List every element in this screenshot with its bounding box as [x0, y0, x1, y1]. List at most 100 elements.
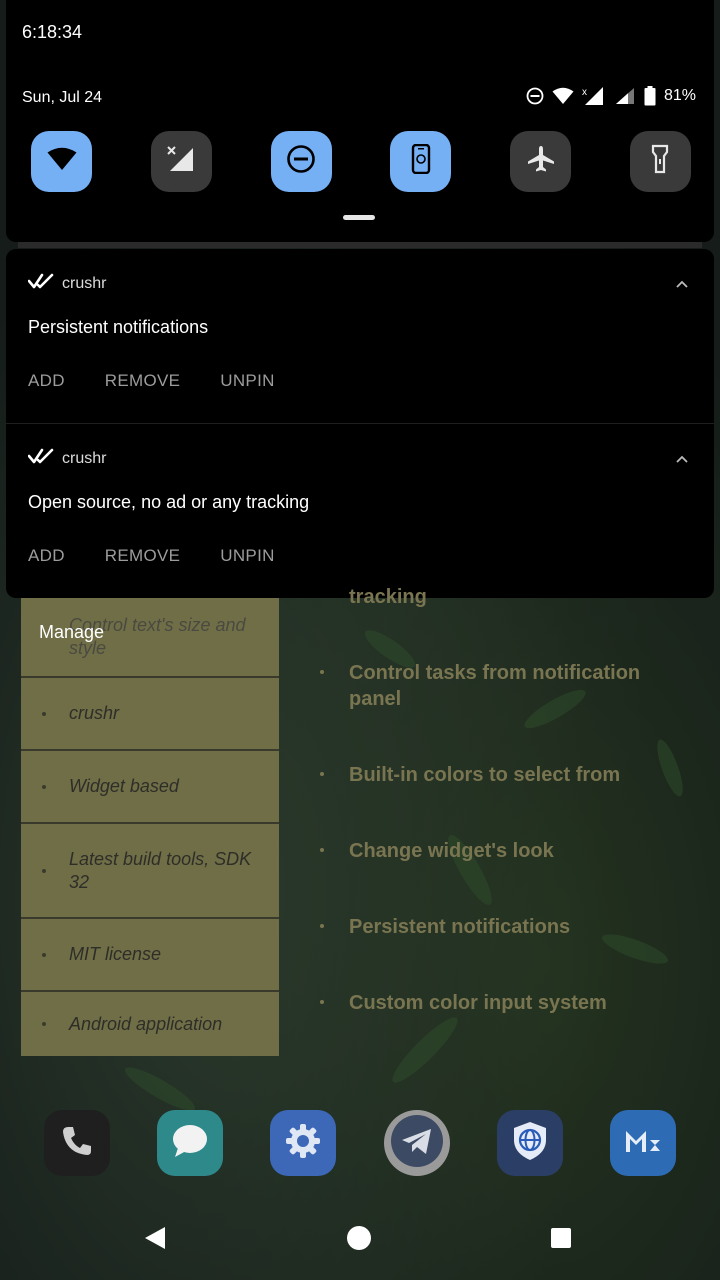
bullet	[42, 952, 46, 957]
auto-rotate-tile[interactable]	[390, 131, 452, 192]
mobile-signal-off-icon: x	[582, 86, 606, 106]
flashlight-icon	[650, 144, 670, 179]
phone-app[interactable]	[44, 1110, 110, 1176]
bullet	[42, 868, 46, 873]
dnd-status-icon	[526, 87, 544, 105]
crushr-app-icon	[27, 448, 54, 469]
widget-item: Android application	[21, 992, 279, 1056]
telegram-app[interactable]	[383, 1108, 450, 1179]
svg-text:x: x	[582, 87, 587, 98]
bullet	[320, 1000, 324, 1004]
dnd-tile[interactable]	[270, 131, 332, 192]
remove-button[interactable]: REMOVE	[105, 371, 180, 391]
quick-settings-panel: 6:18:34 Sun, Jul 24 x 81%	[6, 0, 714, 242]
feature-item: Persistent notifications	[320, 914, 570, 940]
wallpaper-leaf	[120, 1061, 200, 1117]
expand-handle[interactable]	[343, 215, 375, 220]
status-icons: x 81%	[526, 86, 696, 106]
bullet	[320, 670, 324, 674]
date: Sun, Jul 24	[22, 89, 103, 106]
mobile-data-tile[interactable]	[150, 131, 212, 192]
chevron-up-icon[interactable]	[676, 450, 688, 468]
notification-header: crushr	[27, 448, 107, 469]
feature-item: Built-in colors to select from	[320, 762, 620, 788]
feature-item-text: Built-in colors to select from	[349, 764, 621, 786]
messages-icon	[170, 1122, 210, 1165]
mobile-data-off-icon	[166, 145, 196, 178]
quick-settings-tiles	[31, 131, 691, 192]
battery-icon	[644, 86, 656, 106]
battery-percent: 81%	[663, 87, 696, 104]
mail-icon	[623, 1126, 663, 1161]
notification-card[interactable]: crushr Persistent notifications ADD REMO…	[6, 249, 714, 424]
notification-card[interactable]: crushr Open source, no ad or any trackin…	[6, 424, 714, 598]
back-button[interactable]	[144, 1226, 166, 1255]
settings-app[interactable]	[270, 1110, 337, 1176]
add-button[interactable]: ADD	[28, 546, 65, 566]
wallpaper-leaf	[652, 737, 688, 799]
unpin-button[interactable]: UNPIN	[220, 546, 274, 566]
add-button[interactable]: ADD	[28, 371, 65, 391]
notification-title: Open source, no ad or any tracking	[28, 492, 310, 512]
bullet	[42, 1022, 46, 1026]
manage-button[interactable]: Manage	[39, 622, 104, 643]
phone-icon	[60, 1124, 94, 1163]
airplane-mode-tile[interactable]	[510, 131, 572, 192]
widget-item: MIT license	[21, 919, 279, 992]
do-not-disturb-icon	[286, 144, 316, 179]
mail-app[interactable]	[609, 1110, 676, 1176]
bullet	[320, 924, 324, 928]
notification-actions: ADD REMOVE UNPIN	[28, 371, 275, 391]
wifi-status-icon	[552, 87, 574, 105]
unpin-button[interactable]: UNPIN	[220, 371, 274, 391]
notification-actions: ADD REMOVE UNPIN	[28, 546, 275, 566]
feature-item-text: Control tasks from notification panel	[349, 662, 641, 710]
notification-app-name: crushr	[62, 274, 107, 292]
feature-item-text: Custom color input system	[349, 992, 607, 1014]
widget-item: Widget based	[21, 751, 279, 824]
bullet	[42, 711, 46, 716]
recents-button[interactable]	[551, 1228, 571, 1248]
feature-item-text: tracking	[349, 586, 427, 608]
browser-icon	[510, 1120, 550, 1167]
widget-item-text: Android application	[69, 1013, 223, 1034]
wallpaper-leaf	[386, 1011, 464, 1089]
bullet	[320, 772, 324, 776]
airplane-icon	[526, 144, 556, 179]
settings-icon	[283, 1121, 323, 1166]
chevron-up-icon[interactable]	[676, 275, 688, 293]
wallpaper-leaf	[599, 928, 671, 970]
widget-item-text: Latest build tools, SDK 32	[69, 848, 252, 892]
crushr-widget[interactable]: Control text's size and style crushr Wid…	[21, 598, 279, 1056]
feature-item: Custom color input system	[320, 990, 607, 1016]
browser-app[interactable]	[496, 1110, 563, 1176]
widget-item: crushr	[21, 678, 279, 751]
clock: 6:18:34	[22, 22, 83, 42]
wifi-icon	[47, 147, 77, 176]
feature-item: Change widget's look	[320, 838, 554, 864]
remove-button[interactable]: REMOVE	[105, 546, 180, 566]
signal-icon	[614, 87, 636, 105]
telegram-icon	[384, 1108, 450, 1179]
bullet	[320, 848, 324, 852]
feature-item-text: Persistent notifications	[349, 916, 571, 938]
notification-header: crushr	[27, 273, 107, 294]
widget-item-text: crushr	[69, 703, 120, 723]
flashlight-tile[interactable]	[629, 131, 691, 192]
feature-item: tracking	[320, 584, 427, 610]
auto-rotate-icon	[410, 143, 432, 179]
notification-title: Persistent notifications	[28, 317, 209, 337]
wifi-tile[interactable]	[31, 131, 92, 192]
app-dock	[44, 1110, 676, 1176]
bullet	[42, 784, 46, 789]
notification-app-name: crushr	[62, 449, 107, 467]
widget-item: Latest build tools, SDK 32	[21, 824, 279, 919]
panel-divider	[18, 242, 702, 248]
crushr-app-icon	[27, 273, 54, 294]
widget-item-text: Widget based	[69, 776, 179, 796]
feature-item: Control tasks from notification panel	[320, 660, 669, 712]
messages-app[interactable]	[157, 1110, 224, 1176]
widget-item-text: MIT license	[69, 944, 162, 964]
feature-item-text: Change widget's look	[349, 840, 554, 862]
home-button[interactable]	[347, 1226, 371, 1250]
